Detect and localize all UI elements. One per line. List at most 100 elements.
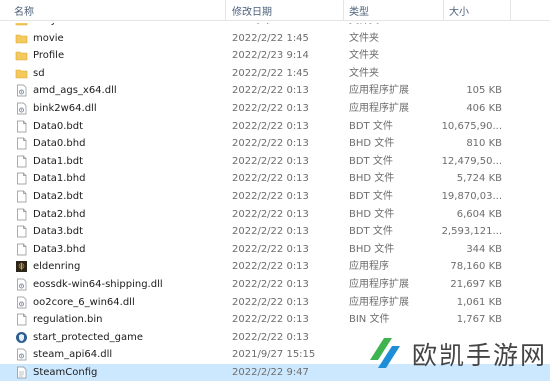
- file-row[interactable]: movie 2022/2/22 1:45 文件夹: [0, 30, 550, 47]
- file-type: 应用程序: [349, 261, 389, 273]
- file-size: 10,675,90...: [441, 120, 502, 132]
- column-header-size[interactable]: 大小: [449, 3, 469, 18]
- file-row[interactable]: sd 2022/2/22 1:45 文件夹: [0, 65, 550, 82]
- file-row[interactable]: Data1.bdt 2022/2/22 0:13 BDT 文件 12,479,50..…: [0, 153, 550, 170]
- file-row[interactable]: eossdk-win64-shipping.dll 2022/2/22 0:13 应…: [0, 276, 550, 293]
- file-row[interactable]: Data0.bhd 2022/2/22 0:13 BHD 文件 810 KB: [0, 135, 550, 152]
- file-modified-date: 2022/2/22 0:13: [232, 261, 309, 273]
- file-name: eldenring: [33, 261, 81, 273]
- file-size: 1,061 KB: [456, 296, 502, 308]
- file-icon: [15, 208, 28, 221]
- file-row[interactable]: oo2core_6_win64.dll 2022/2/22 0:13 应用程序扩展 1…: [0, 294, 550, 311]
- watermark-logo-icon: [370, 338, 400, 368]
- file-name: Data2.bhd: [33, 208, 86, 220]
- file-row[interactable]: Data0.bdt 2022/2/22 0:13 BDT 文件 10,675,90..…: [0, 118, 550, 135]
- file-name: oo2core_6_win64.dll: [33, 296, 135, 308]
- file-type: 应用程序扩展: [349, 85, 409, 97]
- file-list: EasyAntiCheat2022/2/22 1:45文件夹movie2022/…: [0, 0, 550, 381]
- file-modified-date: 2022/2/22 0:13: [232, 138, 309, 150]
- file-name: regulation.bin: [33, 314, 103, 326]
- file-modified-date: 2022/2/22 0:13: [232, 155, 309, 167]
- file-modified-date: 2022/2/22 0:13: [232, 103, 309, 114]
- file-size: 78,160 KB: [450, 261, 502, 273]
- column-divider[interactable]: [343, 0, 344, 20]
- config-icon: [15, 366, 28, 379]
- file-size: 21,697 KB: [450, 279, 502, 290]
- file-name: SteamConfig: [33, 367, 98, 378]
- file-type: BDT 文件: [349, 226, 393, 238]
- file-modified-date: 2022/2/22 9:47: [232, 367, 309, 378]
- file-modified-date: 2022/2/23 9:14: [232, 50, 309, 62]
- file-row[interactable]: eldenring 2022/2/22 0:13 应用程序 78,160 KB: [0, 258, 550, 275]
- folder-icon: [15, 67, 28, 80]
- file-modified-date: 2022/2/22 0:13: [232, 279, 309, 290]
- file-row[interactable]: Profile 2022/2/23 9:14 文件夹: [0, 47, 550, 64]
- dll-icon: [15, 278, 28, 291]
- file-modified-date: 2021/9/27 15:15: [232, 349, 316, 361]
- file-row[interactable]: bink2w64.dll 2022/2/22 0:13 应用程序扩展 406 KB: [0, 100, 550, 117]
- app-icon: [15, 260, 28, 273]
- watermark: 欧凯手游网: [362, 326, 550, 378]
- file-size: 344 KB: [466, 243, 502, 255]
- file-type: BDT 文件: [349, 155, 393, 167]
- file-name: amd_ags_x64.dll: [33, 85, 117, 97]
- file-size: 6,604 KB: [456, 208, 502, 220]
- file-modified-date: 2022/2/22 0:13: [232, 226, 309, 238]
- file-name: Data1.bdt: [33, 155, 84, 167]
- file-row[interactable]: Data2.bhd 2022/2/22 0:13 BHD 文件 6,604 KB: [0, 206, 550, 223]
- file-row[interactable]: Data1.bhd 2022/2/22 0:13 BHD 文件 5,724 KB: [0, 170, 550, 187]
- file-icon: [15, 172, 28, 185]
- column-header-date[interactable]: 修改日期: [232, 3, 272, 18]
- file-icon: [15, 313, 28, 326]
- folder-icon: [15, 49, 28, 62]
- file-row[interactable]: amd_ags_x64.dll 2022/2/22 0:13 应用程序扩展 105 K…: [0, 82, 550, 99]
- file-modified-date: 2022/2/22 0:13: [232, 208, 309, 220]
- file-modified-date: 2022/2/22 0:13: [232, 85, 309, 97]
- file-size: 19,870,03...: [441, 191, 502, 202]
- file-name: eossdk-win64-shipping.dll: [33, 279, 163, 290]
- file-row[interactable]: Data2.bdt 2022/2/22 0:13 BDT 文件 19,870,03..…: [0, 188, 550, 205]
- file-type: BHD 文件: [349, 173, 395, 185]
- file-name: steam_api64.dll: [33, 349, 113, 361]
- file-size: 12,479,50...: [441, 155, 502, 167]
- file-modified-date: 2022/2/22 0:13: [232, 120, 309, 132]
- file-size: 2,593,121...: [441, 226, 502, 238]
- file-size: 1,767 KB: [456, 314, 502, 326]
- file-row[interactable]: Data3.bhd 2022/2/22 0:13 BHD 文件 344 KB: [0, 241, 550, 258]
- file-icon: [15, 120, 28, 133]
- column-divider[interactable]: [225, 0, 226, 20]
- dll-icon: [15, 296, 28, 309]
- file-name: Data0.bdt: [33, 120, 84, 132]
- file-size: 5,724 KB: [456, 173, 502, 185]
- file-type: BHD 文件: [349, 138, 395, 150]
- file-type: 应用程序扩展: [349, 103, 409, 114]
- column-header-name[interactable]: 名称: [14, 3, 34, 18]
- file-type: 应用程序扩展: [349, 279, 409, 290]
- file-icon: [15, 190, 28, 203]
- file-name: Data3.bdt: [33, 226, 84, 238]
- file-type: BIN 文件: [349, 314, 390, 326]
- file-type: 文件夹: [349, 32, 379, 44]
- watermark-text: 欧凯手游网: [412, 341, 548, 370]
- file-type: BHD 文件: [349, 243, 395, 255]
- shield-app-icon: [15, 331, 28, 344]
- column-divider[interactable]: [443, 0, 444, 20]
- dll-icon: [15, 84, 28, 97]
- file-name: Data0.bhd: [33, 138, 86, 150]
- column-header-type[interactable]: 类型: [349, 3, 369, 18]
- file-icon: [15, 137, 28, 150]
- file-icon: [15, 243, 28, 256]
- file-modified-date: 2022/2/22 1:45: [232, 67, 309, 79]
- file-row[interactable]: Data3.bdt 2022/2/22 0:13 BDT 文件 2,593,121..…: [0, 223, 550, 240]
- file-type: 应用程序扩展: [349, 296, 409, 308]
- file-modified-date: 2022/2/22 0:13: [232, 191, 309, 202]
- file-icon: [15, 225, 28, 238]
- file-name: Data1.bhd: [33, 173, 86, 185]
- file-name: Data3.bhd: [33, 243, 86, 255]
- file-type: BDT 文件: [349, 191, 393, 202]
- file-modified-date: 2022/2/22 1:45: [232, 32, 309, 44]
- file-modified-date: 2022/2/22 0:13: [232, 331, 309, 343]
- file-modified-date: 2022/2/22 0:13: [232, 173, 309, 185]
- column-divider[interactable]: [510, 0, 511, 20]
- file-type: 文件夹: [349, 67, 379, 79]
